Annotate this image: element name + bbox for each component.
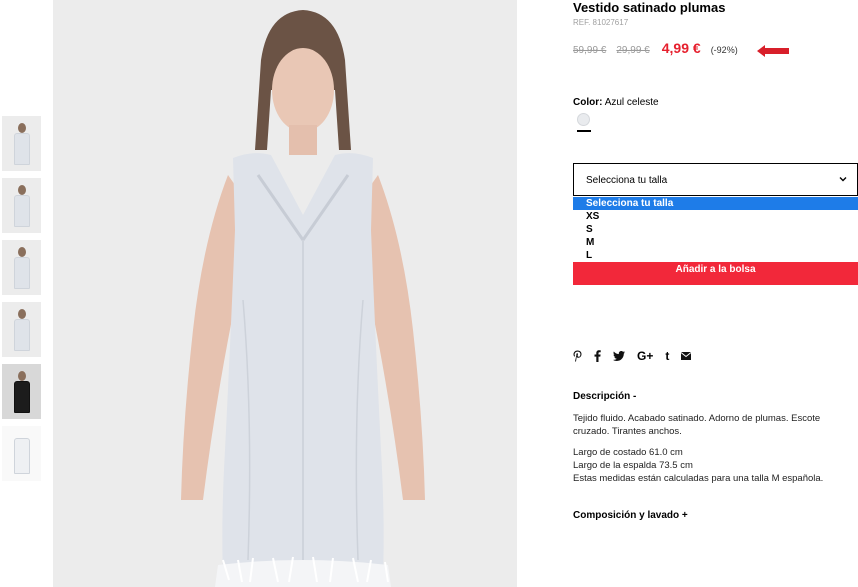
pinterest-icon[interactable] [573, 350, 582, 362]
price-row: 59,99 € 29,99 € 4,99 € (-92%) [573, 40, 738, 56]
size-option-l[interactable]: L [573, 249, 858, 262]
size-option-placeholder[interactable]: Selecciona tu talla [573, 197, 858, 210]
email-icon[interactable] [681, 352, 692, 360]
description-toggle[interactable]: Descripción - [573, 391, 636, 402]
thumbnail-2[interactable] [2, 178, 41, 233]
thumbnail-1[interactable] [2, 116, 41, 171]
chevron-down-icon [839, 177, 847, 182]
measures-list: Largo de costado 61.0 cm Largo de la esp… [573, 446, 858, 485]
size-options-list: Selecciona tu talla XS S M L [573, 197, 858, 262]
description-text: Tejido fluido. Acabado satinado. Adorno … [573, 413, 821, 437]
composition-toggle[interactable]: Composición y lavado + [573, 510, 688, 521]
size-select[interactable]: Selecciona tu talla [573, 163, 858, 196]
color-value: Azul celeste [604, 97, 659, 108]
discount-badge: (-92%) [710, 45, 738, 55]
thumbnail-4[interactable] [2, 302, 41, 357]
product-ref: REF. 81027617 [573, 18, 629, 27]
google-plus-icon[interactable]: G+ [637, 349, 653, 363]
model-illustration [53, 0, 517, 587]
measure-line: Largo de costado 61.0 cm [573, 447, 683, 458]
size-option-s[interactable]: S [573, 223, 858, 236]
facebook-icon[interactable] [594, 350, 601, 362]
color-label: Color: [573, 97, 603, 108]
tumblr-icon[interactable]: t [665, 349, 669, 363]
thumbnail-3[interactable] [2, 240, 41, 295]
color-swatch[interactable] [577, 113, 590, 126]
measure-line: Largo de la espalda 73.5 cm [573, 460, 693, 471]
main-product-image [53, 0, 517, 587]
swatch-selected-indicator [577, 130, 591, 132]
arrow-left-icon [757, 45, 789, 57]
old-price-1: 59,99 € [573, 45, 607, 56]
twitter-icon[interactable] [613, 351, 625, 361]
thumbnail-list [2, 116, 41, 488]
old-price-2: 29,99 € [616, 45, 650, 56]
add-to-bag-button[interactable]: Añadir a la bolsa [573, 262, 858, 285]
size-option-xs[interactable]: XS [573, 210, 858, 223]
current-price: 4,99 € [661, 40, 701, 56]
color-info: Color: Azul celeste [573, 97, 659, 108]
size-select-value: Selecciona tu talla [586, 175, 668, 186]
product-title: Vestido satinado plumas [573, 0, 726, 15]
thumbnail-5[interactable] [2, 364, 41, 419]
size-option-m[interactable]: M [573, 236, 858, 249]
thumbnail-6[interactable] [2, 426, 41, 481]
share-icons: G+ t [573, 349, 703, 363]
measure-line: Estas medidas están calculadas para una … [573, 473, 824, 484]
